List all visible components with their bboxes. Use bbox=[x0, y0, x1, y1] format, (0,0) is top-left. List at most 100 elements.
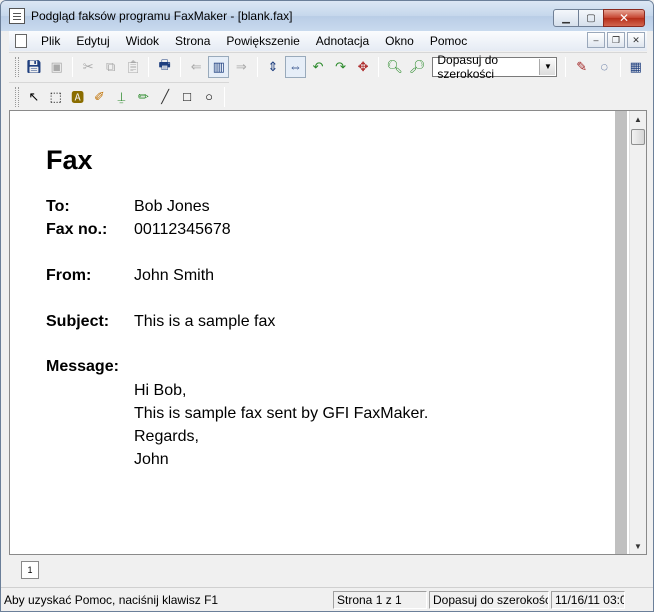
message-line: Hi Bob, bbox=[134, 382, 187, 399]
toolbar-grip[interactable] bbox=[15, 56, 19, 77]
field-value: Bob Jones bbox=[134, 198, 210, 215]
zoom-in-button[interactable]: 🔎︎ bbox=[407, 56, 428, 78]
scroll-thumb[interactable] bbox=[631, 129, 645, 145]
stamp-icon: ⍊ bbox=[117, 88, 126, 104]
field-label: Fax no.: bbox=[46, 221, 108, 238]
close-icon: ✕ bbox=[618, 11, 630, 25]
mdi-caption-buttons: – ❐ ✕ bbox=[585, 32, 645, 48]
field-label: To: bbox=[46, 198, 70, 215]
field-subject: Subject: This is a sample fax bbox=[46, 313, 275, 331]
page-view-button[interactable]: ▥ bbox=[208, 55, 230, 78]
stamp-button[interactable]: ⍊ bbox=[111, 86, 131, 108]
scroll-up-button[interactable]: ▲ bbox=[630, 111, 646, 127]
save-button[interactable]: 💾︎ bbox=[24, 56, 45, 78]
menu-strona[interactable]: Strona bbox=[167, 34, 218, 48]
page-tab-bar: 1 bbox=[9, 557, 647, 583]
rectangle-icon: □ bbox=[183, 89, 192, 104]
rotate-left-icon: ↶ bbox=[312, 58, 324, 74]
lasso-button[interactable]: ◌ bbox=[594, 56, 615, 78]
fax-app-icon[interactable] bbox=[9, 8, 25, 24]
menu-okno[interactable]: Okno bbox=[377, 34, 422, 48]
main-toolbar: 💾︎ ▣ ✂ ⧉ 📋︎ 🖶 ⇐ ▥ ⇒ ⇕ ⇔ ↶ ↷ ✥ 🔍︎ 🔎︎ Dopa… bbox=[9, 52, 647, 81]
maximize-icon: ▢ bbox=[586, 12, 596, 24]
zoom-out-button[interactable]: 🔍︎ bbox=[384, 56, 405, 78]
rotate-right-icon: ↷ bbox=[335, 58, 347, 74]
cursor-arrow-icon: ↖ bbox=[28, 88, 40, 104]
select-arrow-button[interactable]: ↖ bbox=[24, 86, 44, 108]
page-icon: ▥ bbox=[212, 58, 225, 74]
mdi-minimize-button[interactable]: – bbox=[587, 32, 605, 48]
arrow-left-icon: ⇐ bbox=[190, 58, 202, 74]
document-view[interactable]: Fax To: Bob Jones Fax no.: 00112345678 F… bbox=[9, 110, 647, 555]
marker-icon: ✏ bbox=[137, 88, 149, 104]
vertical-scrollbar[interactable]: ▲ ▼ bbox=[629, 111, 646, 554]
paste-button[interactable]: 📋︎ bbox=[123, 56, 144, 78]
thumbnails-button[interactable]: ▦ bbox=[626, 56, 647, 78]
rotate-left-button[interactable]: ↶ bbox=[308, 56, 329, 78]
fax-heading: Fax bbox=[46, 145, 93, 175]
menu-plik[interactable]: Plik bbox=[33, 34, 68, 48]
zoom-select-value: Dopasuj do szerokości bbox=[437, 52, 499, 81]
print-button[interactable]: 🖶 bbox=[154, 56, 175, 78]
menu-adnotacja[interactable]: Adnotacja bbox=[308, 34, 377, 48]
caption-buttons: ▁ ▢ ✕ bbox=[553, 9, 645, 27]
page-tab-1[interactable]: 1 bbox=[21, 561, 39, 579]
next-page-button[interactable]: ⇒ bbox=[231, 56, 252, 78]
rotate-right-button[interactable]: ↷ bbox=[330, 56, 351, 78]
app-window: Podgląd faksów programu FaxMaker - [blan… bbox=[0, 0, 654, 612]
rectangle-button[interactable]: □ bbox=[177, 86, 197, 108]
minimize-button[interactable]: ▁ bbox=[553, 9, 579, 27]
cut-icon: ✂ bbox=[82, 58, 94, 74]
ellipse-button[interactable]: ○ bbox=[199, 86, 219, 108]
save-as-button[interactable]: ▣ bbox=[46, 56, 67, 78]
flip-button[interactable]: ✥ bbox=[353, 56, 374, 78]
close-button[interactable]: ✕ bbox=[603, 9, 645, 27]
fit-width-button[interactable]: ⇔ bbox=[285, 55, 306, 78]
toolbar-separator bbox=[148, 56, 150, 77]
message-body: Hi Bob, This is sample fax sent by GFI F… bbox=[134, 379, 428, 471]
toolbar-grip[interactable] bbox=[15, 86, 19, 107]
fit-height-icon: ⇕ bbox=[267, 58, 279, 74]
rect-select-button[interactable]: ⬚ bbox=[46, 86, 66, 108]
thumbnails-icon: ▦ bbox=[629, 58, 642, 74]
field-label: Message: bbox=[46, 358, 119, 375]
fit-width-icon: ⇔ bbox=[288, 59, 302, 74]
scroll-down-button[interactable]: ▼ bbox=[630, 538, 646, 554]
menu-bar: Plik Edytuj Widok Strona Powiększenie Ad… bbox=[9, 31, 647, 51]
mdi-close-button[interactable]: ✕ bbox=[627, 32, 645, 48]
status-page: Strona 1 z 1 bbox=[333, 590, 427, 609]
menu-powiekszenie[interactable]: Powiększenie bbox=[218, 34, 307, 48]
field-value: This is a sample fax bbox=[134, 313, 276, 330]
field-value: 00112345678 bbox=[134, 221, 231, 238]
document-icon[interactable] bbox=[15, 34, 27, 48]
maximize-button[interactable]: ▢ bbox=[578, 9, 604, 27]
print-icon: 🖶 bbox=[158, 56, 171, 72]
annotation-toolbar: ↖ ⬚ 🅰︎ ✐ ⍊ ✏ ╱ □ ○ bbox=[9, 82, 229, 110]
highlighter-button[interactable]: ✐ bbox=[90, 86, 110, 108]
annotation-pen-button[interactable]: ✎ bbox=[571, 56, 592, 78]
menu-widok[interactable]: Widok bbox=[118, 34, 167, 48]
page-edge bbox=[615, 111, 627, 554]
message-line: Regards, bbox=[134, 428, 199, 445]
menu-pomoc[interactable]: Pomoc bbox=[422, 34, 475, 48]
line-button[interactable]: ╱ bbox=[155, 86, 175, 108]
toolbar-separator bbox=[223, 86, 225, 107]
marker-button[interactable]: ✏ bbox=[133, 86, 153, 108]
line-icon: ╱ bbox=[161, 88, 170, 104]
previous-page-button[interactable]: ⇐ bbox=[186, 56, 207, 78]
fit-height-button[interactable]: ⇕ bbox=[263, 56, 284, 78]
ellipse-icon: ○ bbox=[205, 89, 213, 104]
message-line: This is sample fax sent by GFI FaxMaker. bbox=[134, 405, 429, 422]
title-bar[interactable]: Podgląd faksów programu FaxMaker - [blan… bbox=[1, 1, 653, 31]
page-tab-label: 1 bbox=[27, 565, 33, 575]
chevron-down-icon[interactable]: ▼ bbox=[539, 58, 556, 75]
minimize-icon: ▁ bbox=[562, 12, 570, 24]
toolbar-separator bbox=[256, 56, 258, 77]
text-annotation-button[interactable]: 🅰︎ bbox=[68, 86, 88, 108]
menu-edytuj[interactable]: Edytuj bbox=[68, 34, 117, 48]
text-box-icon: 🅰︎ bbox=[71, 90, 85, 105]
copy-button[interactable]: ⧉ bbox=[100, 56, 121, 78]
cut-button[interactable]: ✂ bbox=[78, 56, 99, 78]
mdi-restore-button[interactable]: ❐ bbox=[607, 32, 625, 48]
zoom-select[interactable]: Dopasuj do szerokości ▼ bbox=[432, 53, 558, 81]
